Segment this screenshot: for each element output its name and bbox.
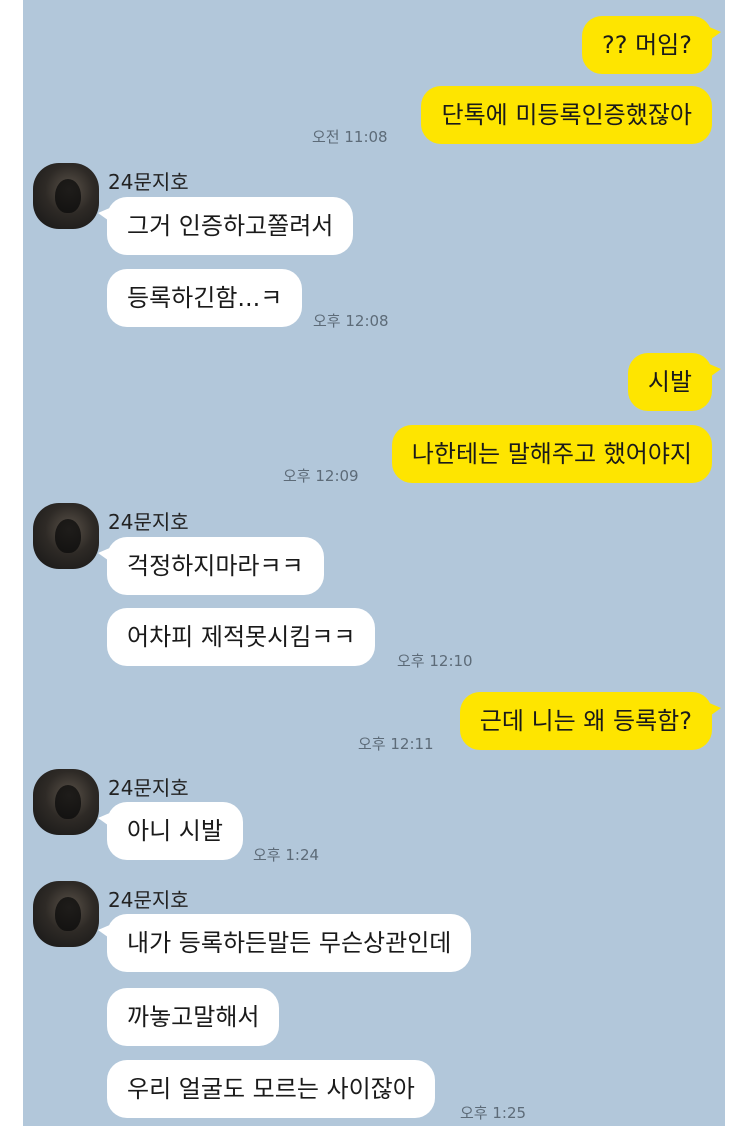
- their-message-bubble[interactable]: 걱정하지마라ㅋㅋ: [98, 537, 324, 595]
- my-message-bubble[interactable]: 나한테는 말해주고 했어야지: [391, 425, 712, 483]
- contact-avatar[interactable]: [33, 163, 99, 229]
- message-time: 오후 1:25: [460, 1104, 527, 1122]
- their-message-bubble[interactable]: 내가 등록하든말든 무슨상관인데: [97, 914, 472, 972]
- their-message-bubble[interactable]: 등록하긴함...ㅋ: [107, 269, 303, 327]
- message-time: 오전 11:08: [312, 128, 388, 146]
- contact-avatar[interactable]: [33, 881, 99, 947]
- my-message-bubble[interactable]: ?? 머임?: [581, 16, 722, 74]
- contact-name: 24문지호: [108, 776, 189, 800]
- contact-avatar[interactable]: [33, 503, 99, 569]
- my-message-bubble[interactable]: 시발: [627, 353, 722, 411]
- their-message-bubble[interactable]: 그거 인증하고쫄려서: [97, 197, 354, 255]
- their-message-bubble[interactable]: 우리 얼굴도 모르는 사이잖아: [107, 1060, 435, 1118]
- message-time: 오후 12:09: [283, 467, 359, 485]
- my-message-bubble[interactable]: 근데 니는 왜 등록함?: [459, 692, 722, 750]
- their-message-bubble[interactable]: 아니 시발: [98, 802, 243, 860]
- my-message-bubble[interactable]: 단톡에 미등록인증했잖아: [421, 86, 712, 144]
- their-message-bubble[interactable]: 까놓고말해서: [107, 988, 280, 1046]
- chat-area[interactable]: ?? 머임? 단톡에 미등록인증했잖아 오전 11:08 24문지호 그거 인증…: [23, 0, 725, 1126]
- message-time: 오후 12:10: [397, 652, 473, 670]
- contact-name: 24문지호: [108, 888, 189, 912]
- contact-avatar[interactable]: [33, 769, 99, 835]
- message-time: 오후 12:08: [313, 312, 389, 330]
- message-time: 오후 12:11: [358, 735, 434, 753]
- message-time: 오후 1:24: [253, 846, 320, 864]
- contact-name: 24문지호: [108, 510, 189, 534]
- their-message-bubble[interactable]: 어차피 제적못시킴ㅋㅋ: [107, 608, 376, 666]
- contact-name: 24문지호: [108, 170, 189, 194]
